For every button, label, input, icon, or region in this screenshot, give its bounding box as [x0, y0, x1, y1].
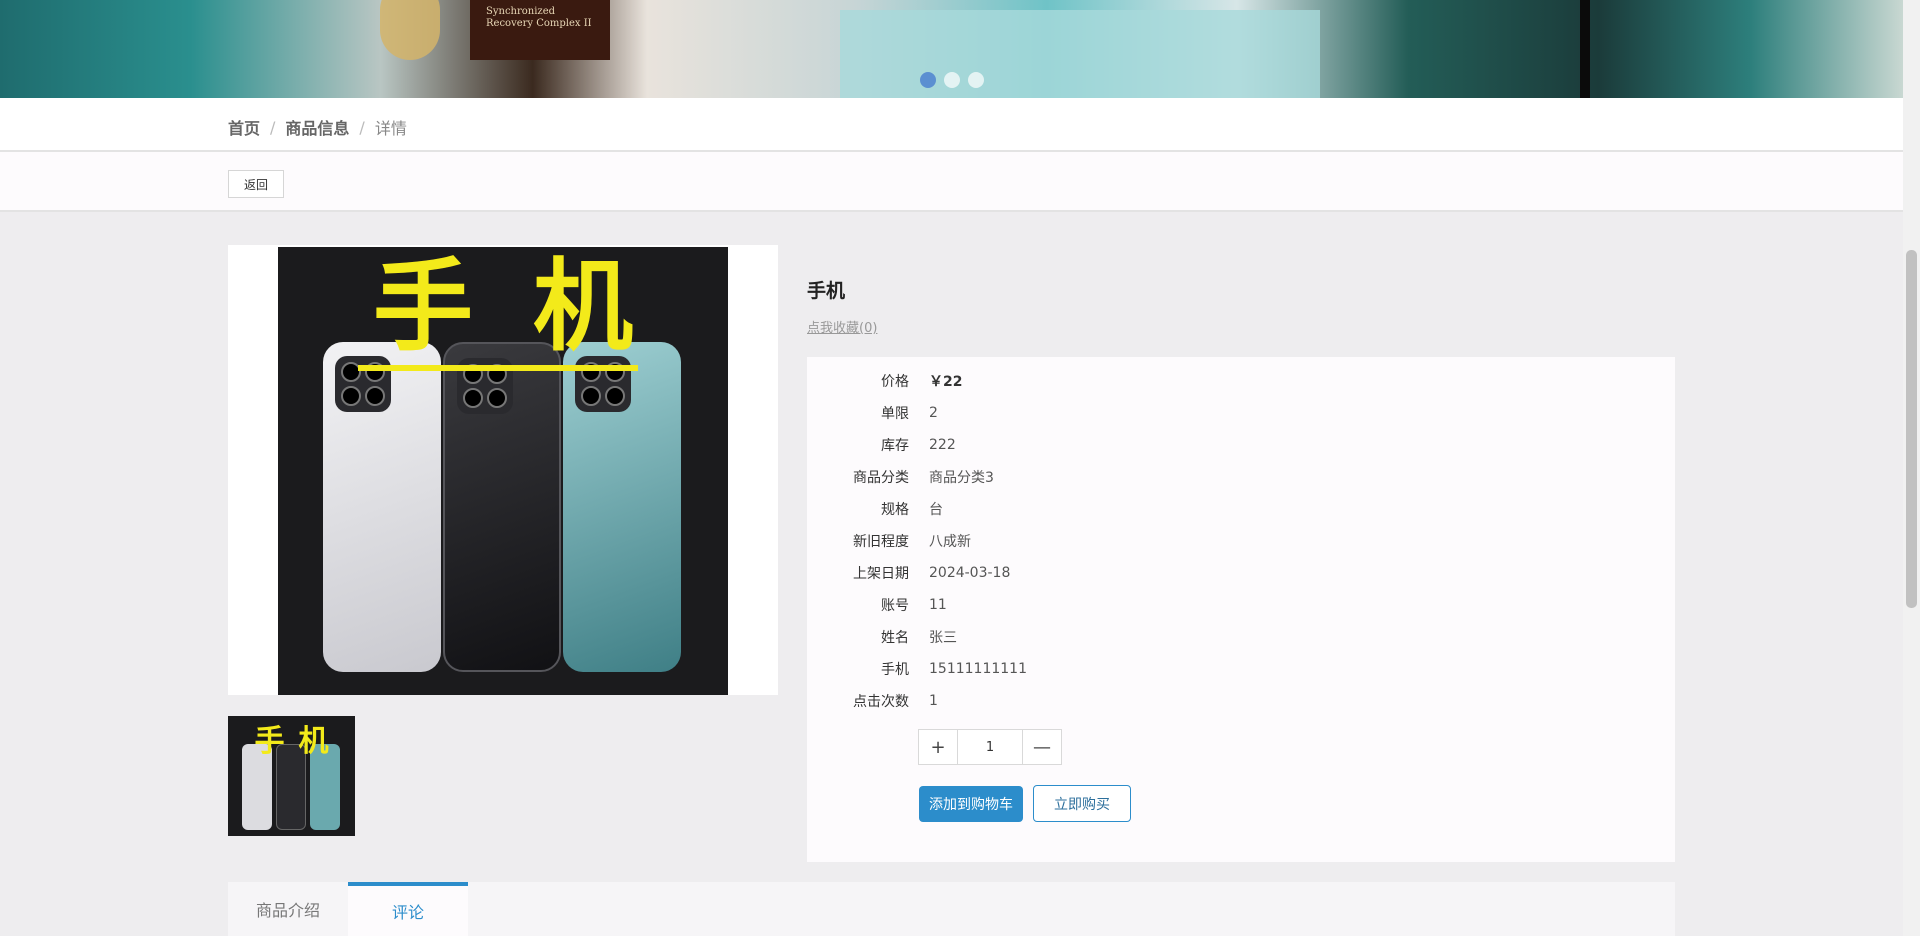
quantity-input[interactable]: 1 [957, 730, 1023, 764]
attr-key: 商品分类 [853, 470, 909, 486]
breadcrumb-separator: / [270, 117, 276, 137]
banner-caption: Synchronized Recovery Complex II [486, 6, 592, 29]
attr-value: 商品分类3 [929, 470, 994, 486]
breadcrumb-separator: / [359, 117, 365, 137]
product-main-image: 手机 [228, 245, 778, 695]
attr-value: ￥22 [929, 374, 963, 390]
attr-row-category: 商品分类 商品分类3 [807, 461, 1675, 493]
image-text-underline [358, 365, 638, 371]
minus-icon[interactable]: — [1023, 730, 1061, 764]
add-to-cart-button[interactable]: 添加到购物车 [919, 786, 1023, 822]
attr-value: 张三 [929, 630, 957, 646]
carousel-dot-3[interactable] [968, 72, 984, 88]
attr-key: 规格 [881, 502, 909, 518]
attr-key: 价格 [881, 374, 909, 390]
attr-key: 手机 [881, 662, 909, 678]
attr-key: 新旧程度 [853, 534, 909, 550]
attr-value: 222 [929, 437, 956, 453]
banner-decor-pillar [1580, 0, 1590, 98]
banner-carousel: Synchronized Recovery Complex II [0, 0, 1903, 98]
attr-key: 账号 [881, 598, 909, 614]
attr-value: 15111111111 [929, 661, 1027, 677]
product-title: 手机 [807, 280, 846, 302]
attr-row-limit: 单限 2 [807, 397, 1675, 429]
tab-comments[interactable]: 评论 [348, 882, 468, 936]
thumbnail-text: 手机 [254, 724, 343, 759]
scrollbar-thumb[interactable] [1906, 250, 1917, 608]
attr-row-date: 上架日期 2024-03-18 [807, 557, 1675, 589]
breadcrumb-current: 详情 [374, 119, 407, 138]
attr-key: 单限 [881, 406, 909, 422]
back-bar: 返回 [0, 152, 1903, 212]
breadcrumb-home[interactable]: 首页 [228, 115, 260, 139]
attr-row-name: 姓名 张三 [807, 621, 1675, 653]
breadcrumb: 首页 / 商品信息 / 详情 [228, 115, 407, 139]
attribute-list: 价格 ￥22 单限 2 库存 222 商品分类 商品分类3 规格 台 新旧程度 … [807, 365, 1675, 717]
page-scrollbar[interactable] [1903, 0, 1920, 936]
breadcrumb-list[interactable]: 商品信息 [285, 115, 349, 139]
banner-decor-marble [840, 10, 1320, 98]
phone-white [323, 342, 441, 672]
attr-row-price: 价格 ￥22 [807, 365, 1675, 397]
quantity-stepper: + 1 — [918, 729, 1062, 765]
attr-key: 库存 [881, 438, 909, 454]
back-button[interactable]: 返回 [228, 170, 284, 198]
plus-icon[interactable]: + [919, 730, 957, 764]
attr-value: 2 [929, 405, 938, 421]
attr-value: 11 [929, 597, 947, 613]
attr-key: 上架日期 [853, 566, 909, 582]
product-thumbnail[interactable]: 手机 [228, 716, 355, 836]
buy-now-button[interactable]: 立即购买 [1033, 785, 1131, 822]
banner-decor-bottle [380, 0, 440, 60]
phone-black [443, 342, 561, 672]
attr-row-account: 账号 11 [807, 589, 1675, 621]
attr-row-stock: 库存 222 [807, 429, 1675, 461]
attr-value: 八成新 [929, 534, 971, 550]
attr-value: 台 [929, 502, 943, 518]
carousel-dot-2[interactable] [944, 72, 960, 88]
carousel-dot-1[interactable] [920, 72, 936, 88]
attr-key: 姓名 [881, 630, 909, 646]
product-info-panel: 价格 ￥22 单限 2 库存 222 商品分类 商品分类3 规格 台 新旧程度 … [807, 357, 1675, 862]
favorite-link[interactable]: 点我收藏(0) [807, 317, 877, 336]
product-image-text: 手机 [373, 248, 693, 365]
breadcrumb-bar: 首页 / 商品信息 / 详情 [0, 98, 1903, 152]
attr-row-phone: 手机 15111111111 [807, 653, 1675, 685]
attr-row-condition: 新旧程度 八成新 [807, 525, 1675, 557]
attr-row-spec: 规格 台 [807, 493, 1675, 525]
attr-value: 1 [929, 693, 938, 709]
product-image-art: 手机 [278, 247, 728, 695]
tab-description[interactable]: 商品介绍 [228, 882, 348, 936]
phone-teal [563, 342, 681, 672]
attr-value: 2024-03-18 [929, 565, 1011, 581]
carousel-dots [920, 72, 984, 88]
attr-key: 点击次数 [853, 694, 909, 710]
detail-tabs: 商品介绍 评论 [228, 882, 1675, 936]
attr-row-clicks: 点击次数 1 [807, 685, 1675, 717]
